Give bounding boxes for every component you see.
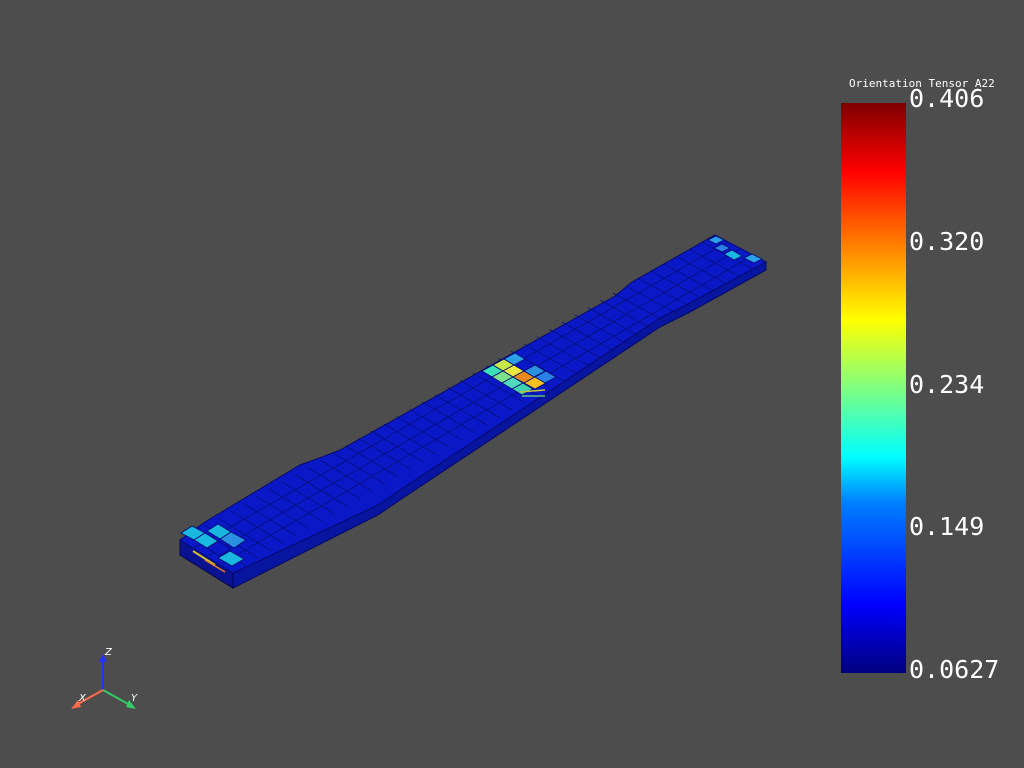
mesh-line-longitudinal — [193, 241, 728, 549]
colorbar-tick-max: 0.406 — [909, 84, 985, 113]
y-axis-line — [102, 689, 131, 706]
colorbar-gradient — [841, 103, 906, 673]
x-axis-label: X — [78, 693, 87, 704]
colorbar-tick-3: 0.234 — [909, 370, 985, 399]
colorbar-tick-2: 0.320 — [909, 227, 985, 256]
y-axis-label: Y — [131, 693, 138, 704]
orientation-axes-widget: Z X Y — [71, 647, 138, 709]
z-axis-label: Z — [104, 647, 113, 658]
colorbar-tick-min: 0.0627 — [909, 655, 1000, 684]
render-viewport[interactable]: Z X Y Orientation Tensor A22 0.406 0.320… — [0, 0, 1024, 768]
mesh-line-longitudinal — [219, 254, 754, 566]
colorbar-tick-4: 0.149 — [909, 512, 985, 541]
mesh-line-longitudinal — [206, 248, 741, 557]
